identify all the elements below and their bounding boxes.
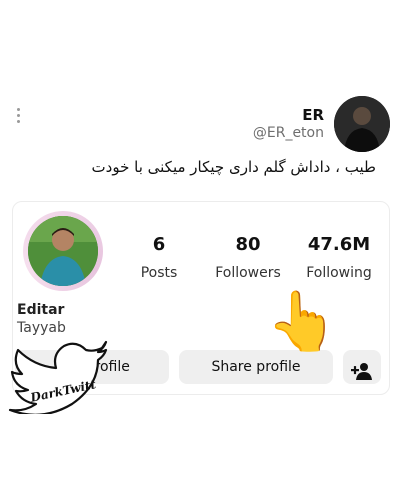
- profile-picture[interactable]: [28, 216, 98, 286]
- tweet-author: ER @ER_eton: [253, 106, 324, 142]
- posts-stat[interactable]: 6 Posts: [133, 234, 185, 282]
- profile-subtitle: Tayyab: [17, 320, 66, 336]
- posts-label: Posts: [140, 265, 178, 281]
- followers-label: Followers: [215, 265, 281, 281]
- more-options-icon[interactable]: [17, 108, 21, 123]
- posts-count: 6: [152, 234, 166, 255]
- tweet-text: طیب ، داداش گلم داری چیکار میکنی با خودت: [91, 158, 376, 176]
- author-display-name[interactable]: ER: [253, 106, 324, 124]
- profile-name: Editar: [17, 302, 65, 318]
- profile-picture-ring: [23, 211, 103, 291]
- author-handle[interactable]: @ER_eton: [253, 124, 324, 142]
- followers-count: 80: [235, 234, 261, 255]
- twitter-bird-icon: [8, 340, 108, 414]
- add-person-button[interactable]: [343, 350, 381, 384]
- share-profile-label: Share profile: [211, 359, 301, 375]
- following-stat[interactable]: 47.6M Following: [303, 234, 375, 282]
- share-profile-button[interactable]: Share profile: [179, 350, 333, 384]
- tweet-header: ER @ER_eton: [253, 96, 390, 152]
- followers-stat[interactable]: 80 Followers: [211, 234, 285, 282]
- pointing-up-hand-icon: 👆: [266, 287, 339, 355]
- following-count: 47.6M: [307, 234, 371, 255]
- following-label: Following: [306, 265, 372, 281]
- author-avatar[interactable]: [334, 96, 390, 152]
- person-add-icon: [351, 363, 372, 380]
